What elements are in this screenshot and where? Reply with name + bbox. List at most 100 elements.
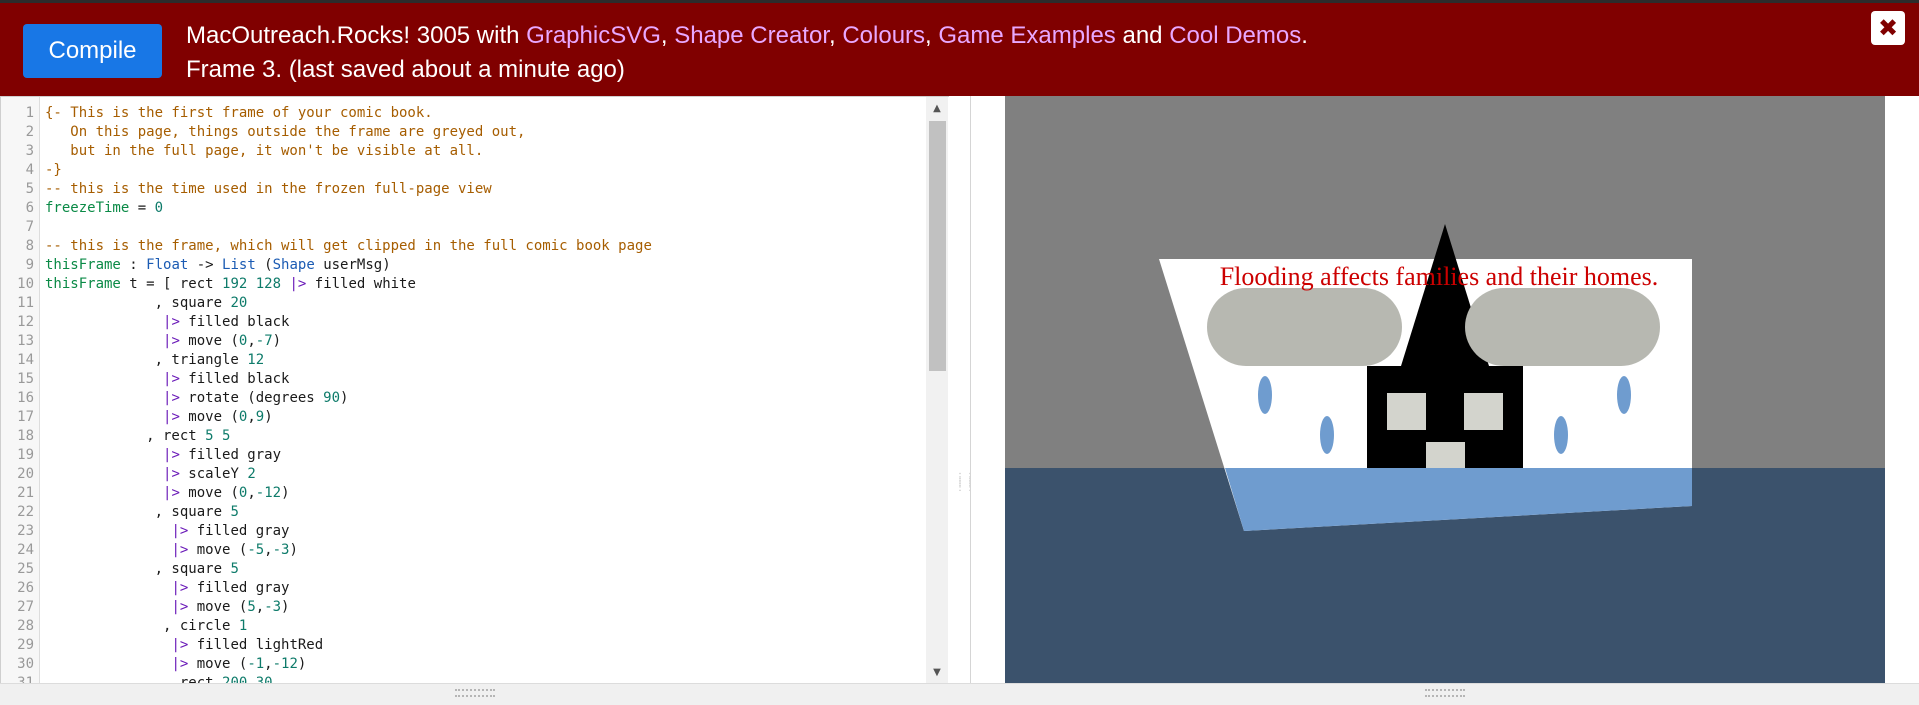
code-token: -3 bbox=[264, 599, 282, 615]
code-token: |> bbox=[171, 580, 189, 596]
code-token: |> bbox=[171, 599, 189, 615]
scroll-down-arrow-icon[interactable]: ▼ bbox=[926, 663, 948, 681]
cloud-left bbox=[1207, 288, 1402, 366]
link-colours[interactable]: Colours bbox=[842, 22, 925, 49]
code-line[interactable]: 1 {- This is the first frame of your comi… bbox=[1, 104, 926, 123]
header-sep: , bbox=[925, 22, 939, 49]
code-line[interactable]: 2 On this page, things outside the frame… bbox=[1, 123, 926, 142]
top-header: Compile MacOutreach.Rocks! 3005 with Gra… bbox=[0, 0, 1919, 96]
code-token: -12 bbox=[272, 656, 298, 672]
line-text: -- this is the time used in the frozen f… bbox=[45, 180, 492, 199]
code-line[interactable]: 5 -- this is the time used in the frozen … bbox=[1, 180, 926, 199]
code-line[interactable]: 7 bbox=[1, 218, 926, 237]
line-text: |> move (-1,-12) bbox=[45, 655, 306, 674]
code-line[interactable]: 16 |> rotate (degrees 90) bbox=[1, 389, 926, 408]
link-shape-creator[interactable]: Shape Creator bbox=[674, 22, 829, 49]
editor-scrollbar[interactable]: ▲ ▼ bbox=[926, 97, 948, 683]
line-number: 10 bbox=[17, 276, 34, 292]
code-line[interactable]: 21 |> move (0,-12) bbox=[1, 484, 926, 503]
code-line[interactable]: 9 thisFrame : Float -> List (Shape userMs… bbox=[1, 256, 926, 275]
code-line[interactable]: 18 , rect 5 5 bbox=[1, 427, 926, 446]
code-line[interactable]: 25 , square 5 bbox=[1, 560, 926, 579]
code-line[interactable]: 19 |> filled gray bbox=[1, 446, 926, 465]
code-line[interactable]: 14 , triangle 12 bbox=[1, 351, 926, 370]
code-lines[interactable]: 1 {- This is the first frame of your comi… bbox=[1, 104, 926, 683]
code-token: 128 bbox=[255, 276, 282, 292]
code-token: 30 bbox=[255, 675, 273, 683]
code-token: 5 bbox=[230, 504, 239, 520]
link-game-examples[interactable]: Game Examples bbox=[938, 22, 1115, 49]
cloud-right bbox=[1465, 288, 1660, 366]
code-line[interactable]: 17 |> move (0,9) bbox=[1, 408, 926, 427]
line-text: thisFrame t = [ rect 192 128 |> filled w… bbox=[45, 275, 416, 294]
code-line[interactable]: 22 , square 5 bbox=[1, 503, 926, 522]
code-line[interactable]: 10 thisFrame t = [ rect 192 128 |> filled… bbox=[1, 275, 926, 294]
editor-resize-grip[interactable] bbox=[455, 689, 495, 697]
header-title-end: . bbox=[1301, 22, 1308, 49]
line-text: freezeTime = 0 bbox=[45, 199, 163, 218]
code-line[interactable]: 23 |> filled gray bbox=[1, 522, 926, 541]
code-line[interactable]: 11 , square 20 bbox=[1, 294, 926, 313]
line-text: |> filled gray bbox=[45, 522, 289, 541]
frame-status: Frame 3. (last saved about a minute ago) bbox=[186, 56, 625, 83]
code-editor[interactable]: 1 {- This is the first frame of your comi… bbox=[0, 96, 949, 683]
code-line[interactable]: 26 |> filled gray bbox=[1, 579, 926, 598]
close-icon: ✖ bbox=[1877, 14, 1899, 42]
close-button[interactable]: ✖ bbox=[1871, 11, 1905, 45]
compile-button[interactable]: Compile bbox=[23, 24, 162, 78]
line-number: 3 bbox=[25, 143, 34, 159]
link-cool-demos[interactable]: Cool Demos bbox=[1169, 22, 1301, 49]
house-window-left bbox=[1387, 393, 1426, 430]
line-number: 24 bbox=[17, 542, 34, 558]
link-graphicsvg[interactable]: GraphicSVG bbox=[526, 22, 661, 49]
code-line[interactable]: 8 -- this is the frame, which will get cl… bbox=[1, 237, 926, 256]
code-token: , circle bbox=[45, 618, 239, 634]
comic-frame-canvas: Flooding affects families and their home… bbox=[1005, 96, 1885, 683]
code-token: , bbox=[247, 409, 256, 425]
code-token: 5 bbox=[205, 428, 214, 444]
code-line[interactable]: 31 , rect 200 30 bbox=[1, 674, 926, 683]
code-line[interactable]: 27 |> move (5,-3) bbox=[1, 598, 926, 617]
code-line[interactable]: 24 |> move (-5,-3) bbox=[1, 541, 926, 560]
scroll-up-arrow-icon[interactable]: ▲ bbox=[926, 99, 948, 117]
line-number: 4 bbox=[25, 162, 34, 178]
scrollbar-thumb[interactable] bbox=[929, 121, 946, 371]
code-line[interactable]: 29 |> filled lightRed bbox=[1, 636, 926, 655]
code-line[interactable]: 6 freezeTime = 0 bbox=[1, 199, 926, 218]
code-line[interactable]: 20 |> scaleY 2 bbox=[1, 465, 926, 484]
line-number: 31 bbox=[17, 675, 34, 683]
code-token: , bbox=[264, 542, 273, 558]
code-token: move ( bbox=[188, 656, 248, 672]
code-line[interactable]: 13 |> move (0,-7) bbox=[1, 332, 926, 351]
line-number: 20 bbox=[17, 466, 34, 482]
code-token: 200 bbox=[222, 675, 248, 683]
code-token: move ( bbox=[188, 542, 248, 558]
code-token: ( bbox=[255, 257, 273, 273]
raindrop bbox=[1320, 416, 1334, 454]
code-line[interactable]: 15 |> filled black bbox=[1, 370, 926, 389]
code-line[interactable]: 12 |> filled black bbox=[1, 313, 926, 332]
code-line[interactable]: 28 , circle 1 bbox=[1, 617, 926, 636]
code-line[interactable]: 4 -} bbox=[1, 161, 926, 180]
preview-resize-grip[interactable] bbox=[1425, 689, 1465, 697]
line-text: |> rotate (degrees 90) bbox=[45, 389, 348, 408]
code-token: freezeTime bbox=[45, 200, 130, 216]
code-line[interactable]: 30 |> move (-1,-12) bbox=[1, 655, 926, 674]
line-number: 14 bbox=[17, 352, 34, 368]
line-text: -- this is the frame, which will get cli… bbox=[45, 237, 652, 256]
header-title-start: MacOutreach.Rocks! 3005 with bbox=[186, 22, 527, 49]
pane-splitter-handle[interactable]: ⋮⋮ ⋮⋮ ⋮⋮ bbox=[955, 473, 975, 519]
code-token: ) bbox=[281, 599, 290, 615]
code-token: -} bbox=[45, 162, 62, 178]
code-token: move ( bbox=[179, 485, 239, 501]
code-token: -- this is the time used in the frozen f… bbox=[45, 181, 492, 197]
code-line[interactable]: 3 but in the full page, it won't be visi… bbox=[1, 142, 926, 161]
code-token: move ( bbox=[179, 409, 239, 425]
